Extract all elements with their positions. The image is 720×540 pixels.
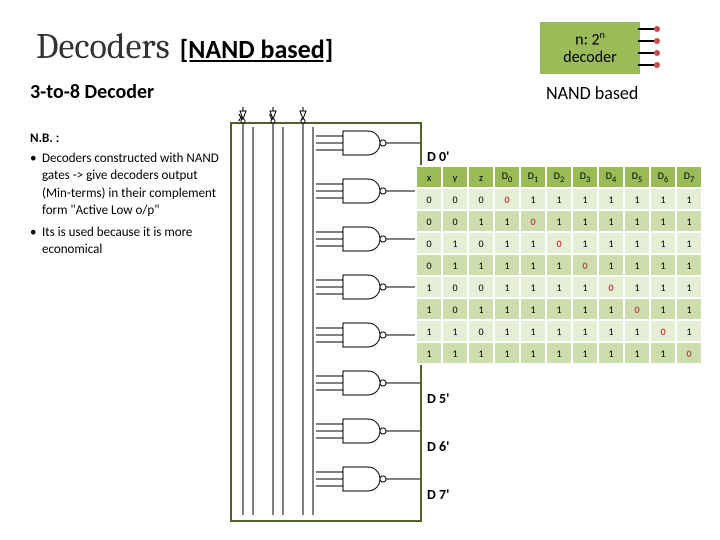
note-header: N.B. : — [30, 130, 225, 148]
decoder-block: n: 2n decoder — [540, 22, 640, 74]
subtitle: 3-to-8 Decoder — [30, 80, 154, 104]
title-main: Decoders — [36, 26, 170, 67]
decoder-block-line2: decoder — [563, 49, 616, 67]
output-label: D 5' — [427, 390, 449, 407]
note-bullet: Decoders constructed with NAND gates -> … — [30, 150, 225, 220]
decoder-pin — [638, 28, 654, 30]
note-block: N.B. : Decoders constructed with NAND ga… — [30, 130, 225, 263]
decoder-pin — [638, 40, 654, 42]
nand-based-label: NAND based — [546, 82, 638, 104]
note-bullet: Its is used because it is more economica… — [30, 224, 225, 259]
title-sub: [NAND based] — [180, 33, 333, 65]
truth-table: xyzD0D1D2D3D4D5D6D7 00001111111001101111… — [415, 165, 703, 365]
decoder-pin — [638, 64, 654, 66]
output-label: D 7' — [427, 486, 449, 503]
decoder-block-line1: n: 2n — [575, 29, 605, 49]
decoder-pin — [638, 52, 654, 54]
output-label: D 0' — [427, 148, 449, 165]
output-label: D 6' — [427, 438, 449, 455]
slide-title: Decoders [NAND based] — [36, 26, 333, 67]
